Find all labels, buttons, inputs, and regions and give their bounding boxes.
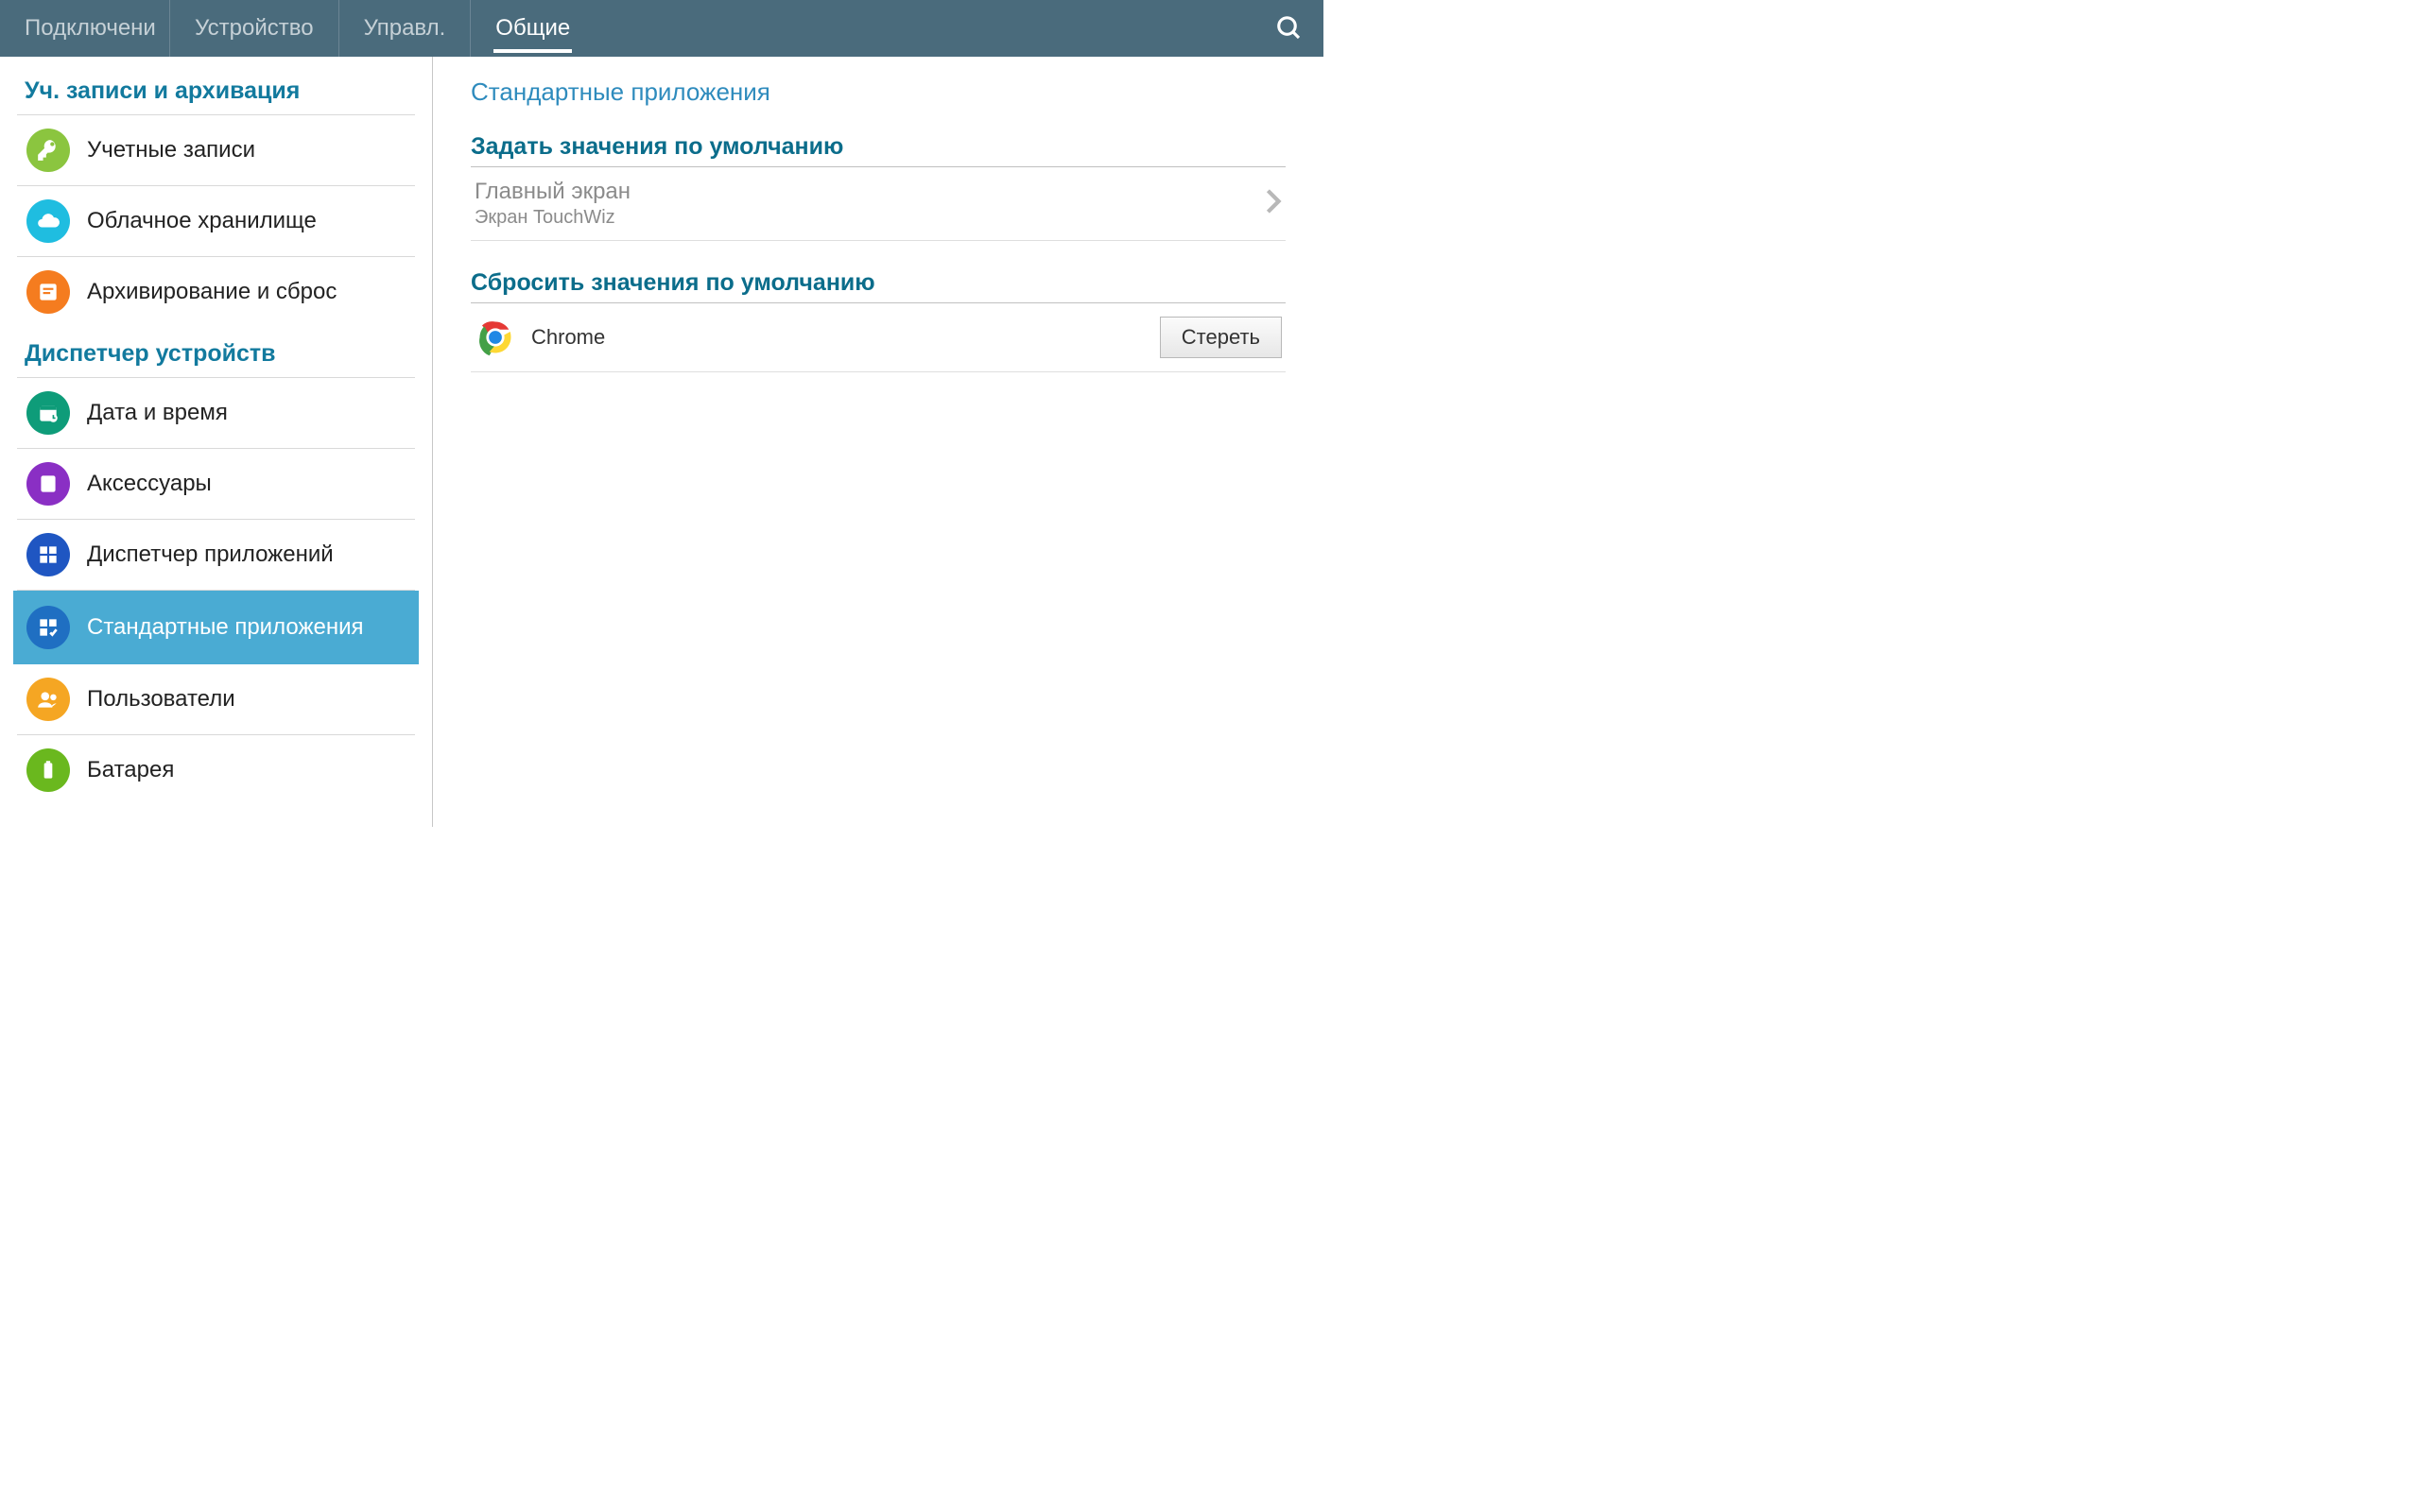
sidebar-item-label: Пользователи bbox=[87, 686, 235, 713]
content-pane: Стандартные приложения Задать значения п… bbox=[433, 57, 1323, 827]
tab-device[interactable]: Устройство bbox=[170, 0, 339, 57]
sidebar-item-users[interactable]: Пользователи bbox=[17, 664, 415, 735]
search-icon bbox=[1275, 14, 1304, 43]
sidebar-item-accounts[interactable]: Учетные записи bbox=[17, 115, 415, 186]
tab-label: Подключени bbox=[25, 15, 156, 42]
app-name: Chrome bbox=[531, 325, 605, 350]
row-primary: Главный экран bbox=[475, 179, 631, 205]
sidebar-item-label: Аксессуары bbox=[87, 471, 212, 497]
top-tab-bar: Подключени Устройство Управл. Общие bbox=[0, 0, 1323, 57]
section-reset-defaults: Сбросить значения по умолчанию bbox=[471, 269, 1286, 303]
sidebar-item-battery[interactable]: Батарея bbox=[17, 735, 415, 805]
sidebar-item-label: Батарея bbox=[87, 757, 174, 783]
sidebar-item-default-apps[interactable]: Стандартные приложения bbox=[13, 591, 419, 664]
sidebar: Уч. записи и архивация Учетные записи Об… bbox=[0, 57, 433, 827]
tab-connections[interactable]: Подключени bbox=[0, 0, 170, 57]
sidebar-item-label: Дата и время bbox=[87, 400, 228, 426]
app-row-chrome: Chrome Стереть bbox=[471, 303, 1286, 372]
sidebar-item-label: Архивирование и сброс bbox=[87, 279, 337, 305]
sidebar-item-app-manager[interactable]: Диспетчер приложений bbox=[17, 520, 415, 591]
battery-icon bbox=[26, 748, 70, 792]
tab-label: Общие bbox=[495, 15, 570, 42]
tab-controls[interactable]: Управл. bbox=[339, 0, 472, 57]
page-title: Стандартные приложения bbox=[471, 77, 1286, 133]
sidebar-section-accounts: Уч. записи и архивация bbox=[17, 64, 415, 115]
sidebar-item-accessories[interactable]: Аксессуары bbox=[17, 449, 415, 520]
chrome-icon bbox=[475, 317, 516, 358]
sidebar-item-label: Учетные записи bbox=[87, 137, 255, 163]
apps-check-icon bbox=[26, 606, 70, 649]
tabs: Подключени Устройство Управл. Общие bbox=[0, 0, 1263, 57]
cloud-icon bbox=[26, 199, 70, 243]
tab-label: Устройство bbox=[195, 15, 314, 42]
users-icon bbox=[26, 678, 70, 721]
clear-button[interactable]: Стереть bbox=[1160, 317, 1282, 358]
row-secondary: Экран TouchWiz bbox=[475, 207, 631, 229]
apps-grid-icon bbox=[26, 533, 70, 576]
sidebar-item-label: Облачное хранилище bbox=[87, 208, 317, 234]
sidebar-item-cloud[interactable]: Облачное хранилище bbox=[17, 186, 415, 257]
tab-general[interactable]: Общие bbox=[471, 0, 595, 57]
search-button[interactable] bbox=[1263, 2, 1316, 55]
row-home-screen[interactable]: Главный экран Экран TouchWiz bbox=[471, 167, 1286, 241]
sidebar-section-device-mgr: Диспетчер устройств bbox=[17, 327, 415, 378]
sidebar-item-label: Диспетчер приложений bbox=[87, 541, 334, 568]
calendar-icon bbox=[26, 391, 70, 435]
sidebar-item-backup[interactable]: Архивирование и сброс bbox=[17, 257, 415, 327]
accessories-icon bbox=[26, 462, 70, 506]
sidebar-item-datetime[interactable]: Дата и время bbox=[17, 378, 415, 449]
key-icon bbox=[26, 129, 70, 172]
chevron-right-icon bbox=[1265, 188, 1282, 219]
section-set-defaults: Задать значения по умолчанию bbox=[471, 133, 1286, 167]
sidebar-item-label: Стандартные приложения bbox=[87, 614, 364, 641]
tab-label: Управл. bbox=[364, 15, 446, 42]
backup-icon bbox=[26, 270, 70, 314]
